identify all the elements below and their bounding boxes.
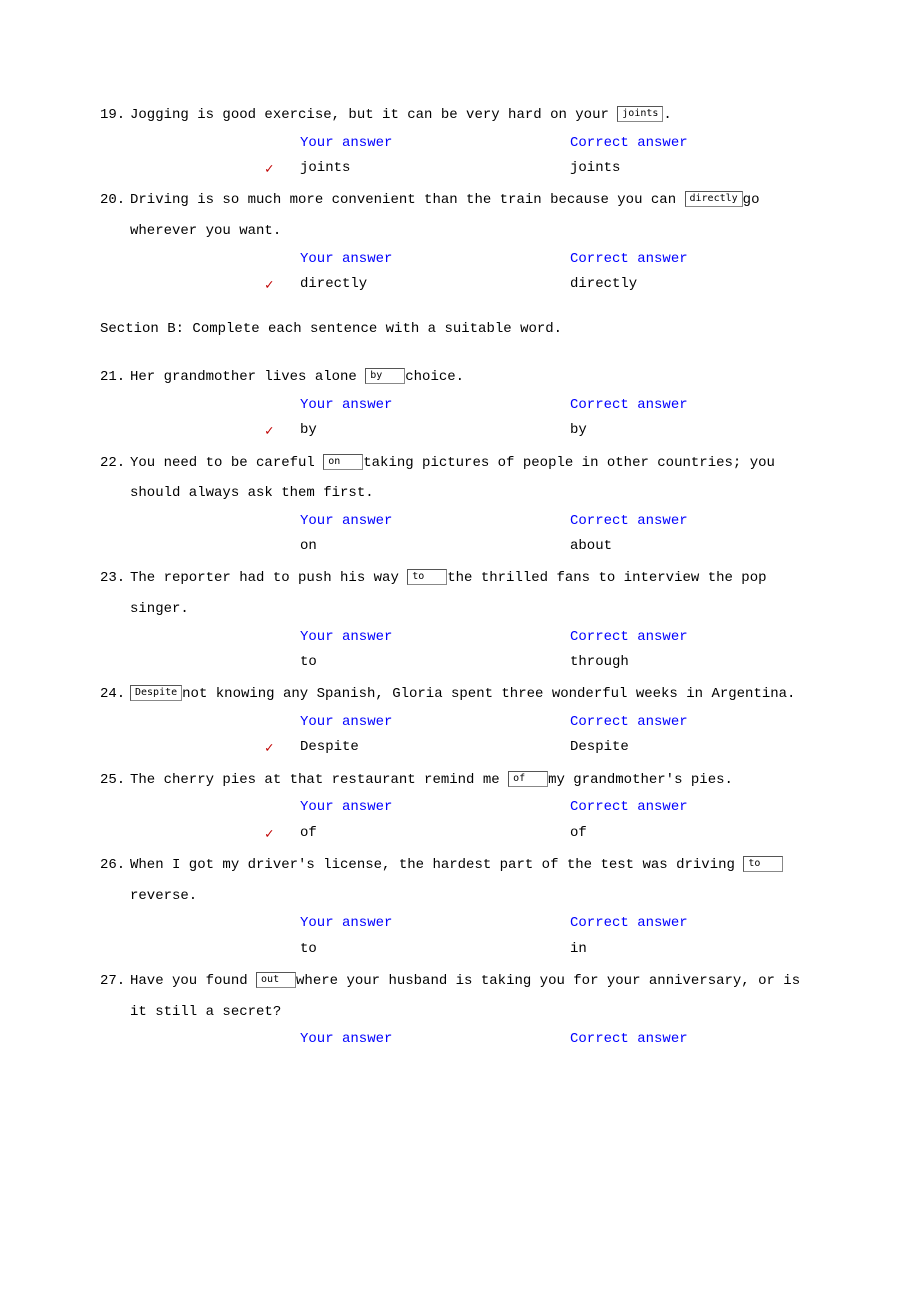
correct-answer-header: Correct answer [570,1027,820,1052]
question-text-a: Her grandmother lives alone [130,369,365,385]
question-item: 26.When I got my driver's license, the h… [100,850,820,962]
answer-input[interactable]: to [743,856,783,872]
question-text-b: choice. [405,369,464,385]
correct-answer-header: Correct answer [570,911,820,936]
question-item: 23.The reporter had to push his way toth… [100,563,820,675]
correct-answer-header: Correct answer [570,795,820,820]
question-text-b: . [663,107,671,123]
answer-input[interactable]: out [256,972,296,988]
your-answer-value: ✓joints [300,156,570,181]
your-answer-value: to [300,937,570,962]
correct-answer-value: through [570,650,820,675]
checkmark-icon: ✓ [265,158,273,183]
question-item: 19.Jogging is good exercise, but it can … [100,100,820,181]
question-text-b: reverse. [130,888,197,904]
answer-input[interactable]: joints [617,106,663,122]
question-number: 19. [100,100,130,131]
your-answer-value: ✓directly [300,272,570,297]
correct-answer-header: Correct answer [570,509,820,534]
your-answer-header: Your answer [300,393,570,418]
your-answer-header: Your answer [300,1027,570,1052]
correct-answer-value: directly [570,272,820,297]
your-answer-header: Your answer [300,911,570,936]
correct-answer-header: Correct answer [570,710,820,735]
answer-input[interactable]: Despite [130,685,182,701]
question-number: 26. [100,850,130,881]
checkmark-icon: ✓ [265,274,273,299]
correct-answer-header: Correct answer [570,247,820,272]
question-item: 22.You need to be careful ontaking pictu… [100,448,820,560]
answer-input[interactable]: by [365,368,405,384]
your-answer-header: Your answer [300,710,570,735]
question-number: 21. [100,362,130,393]
question-item: 20.Driving is so much more convenient th… [100,185,820,297]
answer-input[interactable]: of [508,771,548,787]
section-b-title: Section B: Complete each sentence with a… [100,317,820,342]
question-item: 27.Have you found outwhere your husband … [100,966,820,1053]
question-number: 20. [100,185,130,216]
question-item: 25.The cherry pies at that restaurant re… [100,765,820,846]
correct-answer-value: joints [570,156,820,181]
question-text-a: When I got my driver's license, the hard… [130,857,743,873]
question-text-a: Jogging is good exercise, but it can be … [130,107,617,123]
checkmark-icon: ✓ [265,737,273,762]
checkmark-icon: ✓ [265,420,273,445]
your-answer-value: ✓by [300,418,570,443]
question-text-a: Have you found [130,973,256,989]
correct-answer-value: in [570,937,820,962]
your-answer-header: Your answer [300,247,570,272]
your-answer-header: Your answer [300,509,570,534]
checkmark-icon: ✓ [265,823,273,848]
your-answer-value: ✓of [300,821,570,846]
question-item: 24.Despitenot knowing any Spanish, Glori… [100,679,820,760]
question-number: 25. [100,765,130,796]
your-answer-header: Your answer [300,131,570,156]
correct-answer-value: Despite [570,735,820,760]
answer-input[interactable]: on [323,454,363,470]
answer-input[interactable]: directly [685,191,743,207]
correct-answer-header: Correct answer [570,625,820,650]
question-number: 22. [100,448,130,479]
question-text-a: The cherry pies at that restaurant remin… [130,772,508,788]
answer-input[interactable]: to [407,569,447,585]
correct-answer-value: of [570,821,820,846]
your-answer-value: to [300,650,570,675]
question-text-a: Driving is so much more convenient than … [130,192,685,208]
question-number: 27. [100,966,130,997]
correct-answer-header: Correct answer [570,131,820,156]
question-text-b: not knowing any Spanish, Gloria spent th… [182,686,795,702]
question-number: 24. [100,679,130,710]
correct-answer-value: about [570,534,820,559]
your-answer-value: ✓Despite [300,735,570,760]
question-text-a: The reporter had to push his way [130,570,407,586]
question-number: 23. [100,563,130,594]
correct-answer-value: by [570,418,820,443]
your-answer-header: Your answer [300,625,570,650]
question-text-a: You need to be careful [130,455,323,471]
question-item: 21.Her grandmother lives alone bychoice.… [100,362,820,443]
your-answer-header: Your answer [300,795,570,820]
your-answer-value: on [300,534,570,559]
correct-answer-header: Correct answer [570,393,820,418]
question-text-b: my grandmother's pies. [548,772,733,788]
